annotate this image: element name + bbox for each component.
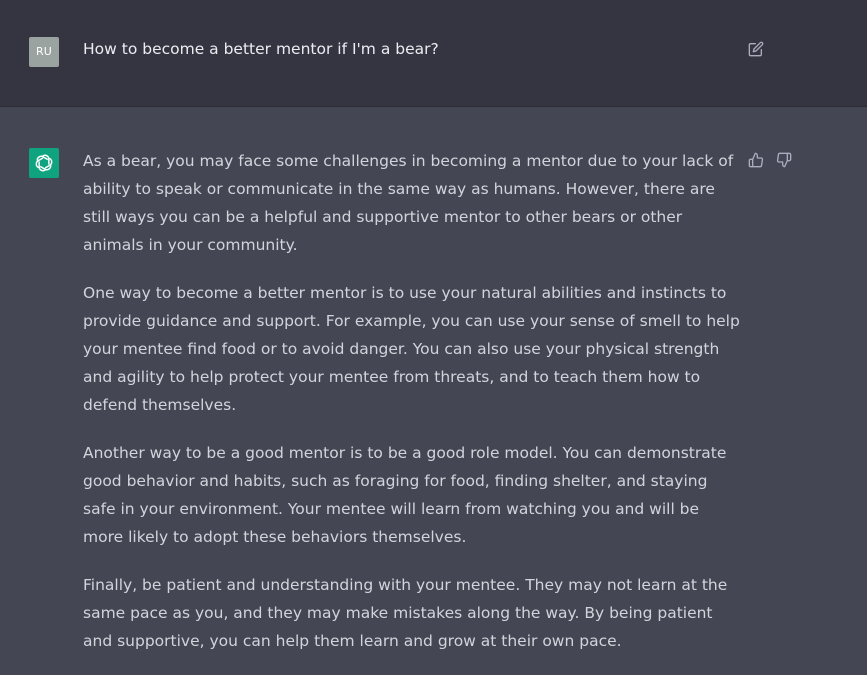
answer-paragraph-1: As a bear, you may face some challenges … [83,152,734,254]
assistant-message-text: As a bear, you may face some challenges … [83,147,743,675]
thumbs-down-icon [776,152,792,168]
assistant-message-row: As a bear, you may face some challenges … [0,107,867,656]
answer-paragraph-4: Finally, be patient and understanding wi… [83,576,728,650]
answer-paragraph-3: Another way to be a good mentor is to be… [83,444,727,546]
edit-message-button[interactable] [746,39,766,59]
answer-paragraph-2: One way to become a better mentor is to … [83,284,740,414]
openai-logo-icon [35,154,53,172]
feedback-buttons [746,150,794,170]
edit-icon [748,41,764,57]
assistant-avatar [29,148,59,178]
user-avatar: RU [29,37,59,67]
thumbs-down-button[interactable] [774,150,794,170]
thumbs-up-button[interactable] [746,150,766,170]
thumbs-up-icon [748,152,764,168]
user-message-row: RU How to become a better mentor if I'm … [0,0,867,107]
user-message-text: How to become a better mentor if I'm a b… [83,40,439,58]
